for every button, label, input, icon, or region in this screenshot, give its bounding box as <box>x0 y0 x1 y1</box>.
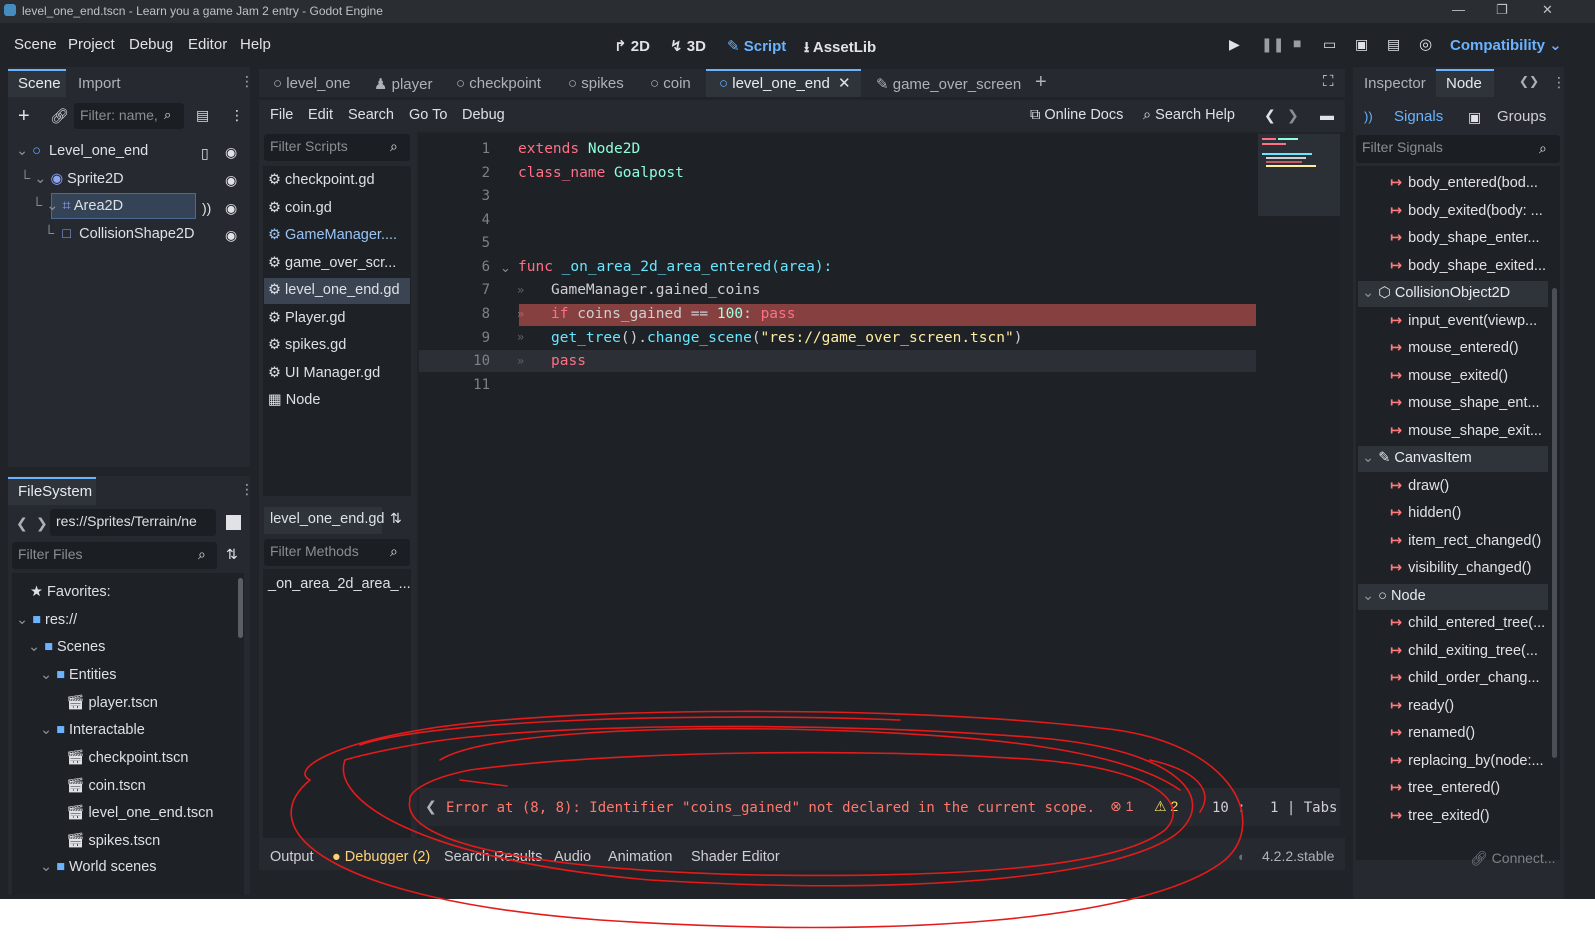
red-annotation-scribble <box>290 710 1244 929</box>
